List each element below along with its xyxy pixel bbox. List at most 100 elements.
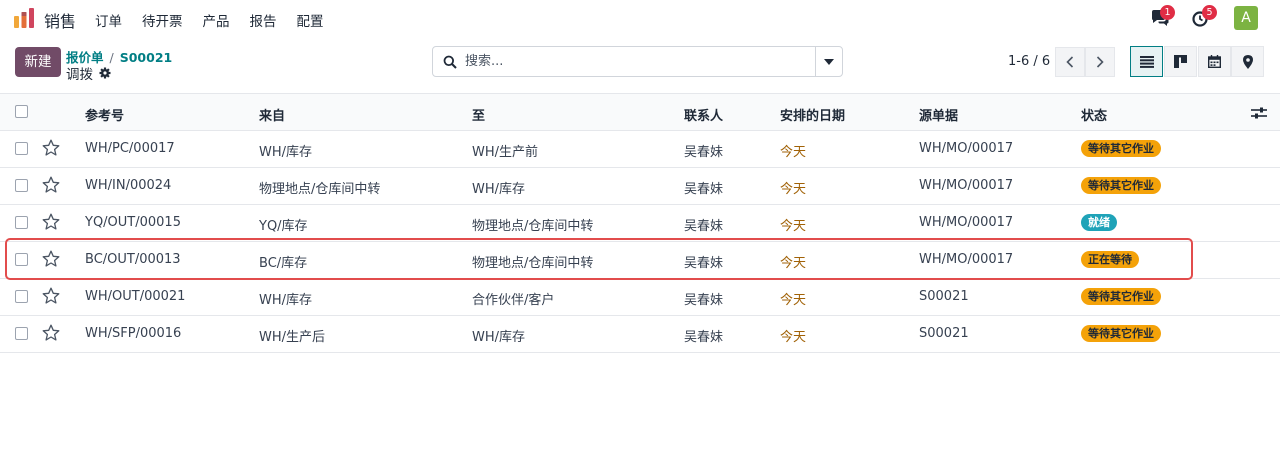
table-header: 参考号 来自 至 联系人 安排的日期 源单据 状态 [0, 93, 1280, 131]
header-status[interactable]: 状态 [1081, 105, 1107, 124]
map-marker-icon [1242, 54, 1253, 69]
cell-to: WH/生产前 [472, 145, 539, 160]
gear-icon[interactable] [99, 67, 111, 79]
cell-source-document: WH/MO/00017 [919, 252, 1014, 267]
user-avatar[interactable]: A [1234, 6, 1258, 30]
breadcrumb-order[interactable]: S00021 [120, 50, 173, 65]
app-name[interactable]: 销售 [44, 8, 76, 32]
status-badge: 就绪 [1081, 214, 1117, 231]
new-button[interactable]: 新建 [15, 47, 61, 77]
cell-from: WH/生产后 [259, 330, 326, 345]
transfers-table: 参考号 来自 至 联系人 安排的日期 源单据 状态 WH/PC/00017 WH/… [0, 93, 1280, 353]
menu-orders[interactable]: 订单 [95, 10, 122, 30]
cell-reference: YQ/OUT/00015 [85, 215, 181, 230]
status-badge: 正在等待 [1081, 251, 1139, 268]
pager-value[interactable]: 1-6 / 6 [1008, 54, 1050, 69]
header-reference[interactable]: 参考号 [85, 105, 124, 124]
row-checkbox[interactable] [15, 253, 28, 266]
list-view-button[interactable] [1130, 46, 1163, 77]
list-icon [1139, 55, 1154, 68]
table-body: WH/PC/00017 WH/库存 WH/生产前 吴春妹 今天 WH/MO/00017 等待… [0, 131, 1280, 353]
cell-from: YQ/库存 [259, 219, 308, 234]
cell-source-document: WH/MO/00017 [919, 215, 1014, 230]
menu-to-invoice[interactable]: 待开票 [142, 10, 183, 30]
status-badge: 等待其它作业 [1081, 325, 1161, 342]
cell-reference: WH/OUT/00021 [85, 289, 186, 304]
cell-source-document: WH/MO/00017 [919, 178, 1014, 193]
row-checkbox[interactable] [15, 327, 28, 340]
cell-from: WH/库存 [259, 293, 313, 308]
search-bar [432, 46, 843, 77]
cell-to: 物理地点/仓库间中转 [472, 256, 594, 271]
header-from[interactable]: 来自 [259, 105, 285, 124]
main-menu: 订单 待开票 产品 报告 配置 [95, 10, 344, 30]
cell-from: BC/库存 [259, 256, 308, 271]
activities-count-badge: 5 [1202, 5, 1217, 20]
row-checkbox[interactable] [15, 216, 28, 229]
cell-scheduled-date: 今天 [780, 145, 807, 160]
status-badge: 等待其它作业 [1081, 177, 1161, 194]
cell-to: WH/库存 [472, 182, 526, 197]
menu-products[interactable]: 产品 [203, 10, 230, 30]
table-row[interactable]: WH/PC/00017 WH/库存 WH/生产前 吴春妹 今天 WH/MO/00017 等待… [0, 131, 1280, 168]
cell-from: 物理地点/仓库间中转 [259, 182, 381, 197]
cell-from: WH/库存 [259, 145, 313, 160]
star-icon[interactable] [42, 139, 60, 157]
caret-down-icon [824, 58, 834, 65]
chevron-left-icon [1066, 56, 1074, 68]
calendar-icon [1208, 55, 1221, 68]
cell-to: WH/库存 [472, 330, 526, 345]
row-checkbox[interactable] [15, 290, 28, 303]
messages-count-badge: 1 [1160, 5, 1175, 20]
kanban-view-button[interactable] [1164, 46, 1197, 77]
top-navbar: 销售 订单 待开票 产品 报告 配置 1 5 A [0, 0, 1280, 36]
cell-to: 物理地点/仓库间中转 [472, 219, 594, 234]
cell-scheduled-date: 今天 [780, 182, 807, 197]
calendar-view-button[interactable] [1198, 46, 1231, 77]
sales-app-icon[interactable] [13, 7, 35, 29]
page-title: 调拨 [66, 63, 111, 83]
pager-previous-button[interactable] [1055, 47, 1085, 77]
cell-source-document: WH/MO/00017 [919, 141, 1014, 156]
table-row[interactable]: YQ/OUT/00015 YQ/库存 物理地点/仓库间中转 吴春妹 今天 WH/MO/00… [0, 205, 1280, 242]
header-to[interactable]: 至 [472, 105, 485, 124]
star-icon[interactable] [42, 176, 60, 194]
cell-contact: 吴春妹 [684, 256, 724, 271]
messages-button[interactable]: 1 [1150, 5, 1175, 27]
row-checkbox[interactable] [15, 142, 28, 155]
status-badge: 等待其它作业 [1081, 140, 1161, 157]
table-row[interactable]: BC/OUT/00013 BC/库存 物理地点/仓库间中转 吴春妹 今天 WH/MO/00… [0, 242, 1280, 279]
header-source-document[interactable]: 源单据 [919, 105, 958, 124]
pager-next-button[interactable] [1085, 47, 1115, 77]
cell-reference: WH/PC/00017 [85, 141, 175, 156]
table-row[interactable]: WH/IN/00024 物理地点/仓库间中转 WH/库存 吴春妹 今天 WH/MO/000… [0, 168, 1280, 205]
cell-contact: 吴春妹 [684, 293, 724, 308]
column-settings-icon[interactable] [1251, 106, 1267, 120]
cell-contact: 吴春妹 [684, 145, 724, 160]
status-badge: 等待其它作业 [1081, 288, 1161, 305]
cell-contact: 吴春妹 [684, 330, 724, 345]
star-icon[interactable] [42, 213, 60, 231]
cell-source-document: S00021 [919, 326, 969, 341]
activities-button[interactable]: 5 [1192, 5, 1217, 27]
cell-contact: 吴春妹 [684, 182, 724, 197]
cell-scheduled-date: 今天 [780, 256, 807, 271]
header-contact[interactable]: 联系人 [684, 105, 723, 124]
table-row[interactable]: WH/SFP/00016 WH/生产后 WH/库存 吴春妹 今天 S00021 等待其它作业 [0, 316, 1280, 353]
page-title-text: 调拨 [66, 67, 93, 83]
star-icon[interactable] [42, 287, 60, 305]
menu-reporting[interactable]: 报告 [250, 10, 277, 30]
search-options-toggle[interactable] [815, 47, 842, 76]
cell-to: 合作伙伴/客户 [472, 293, 555, 308]
table-row[interactable]: WH/OUT/00021 WH/库存 合作伙伴/客户 吴春妹 今天 S00021 等待其它作… [0, 279, 1280, 316]
header-scheduled-date[interactable]: 安排的日期 [780, 105, 845, 124]
select-all-checkbox[interactable] [15, 105, 28, 118]
row-checkbox[interactable] [15, 179, 28, 192]
star-icon[interactable] [42, 324, 60, 342]
cell-scheduled-date: 今天 [780, 330, 807, 345]
search-input[interactable] [465, 47, 815, 76]
map-view-button[interactable] [1231, 46, 1264, 77]
star-icon[interactable] [42, 250, 60, 268]
menu-configuration[interactable]: 配置 [297, 10, 324, 30]
cell-scheduled-date: 今天 [780, 219, 807, 234]
